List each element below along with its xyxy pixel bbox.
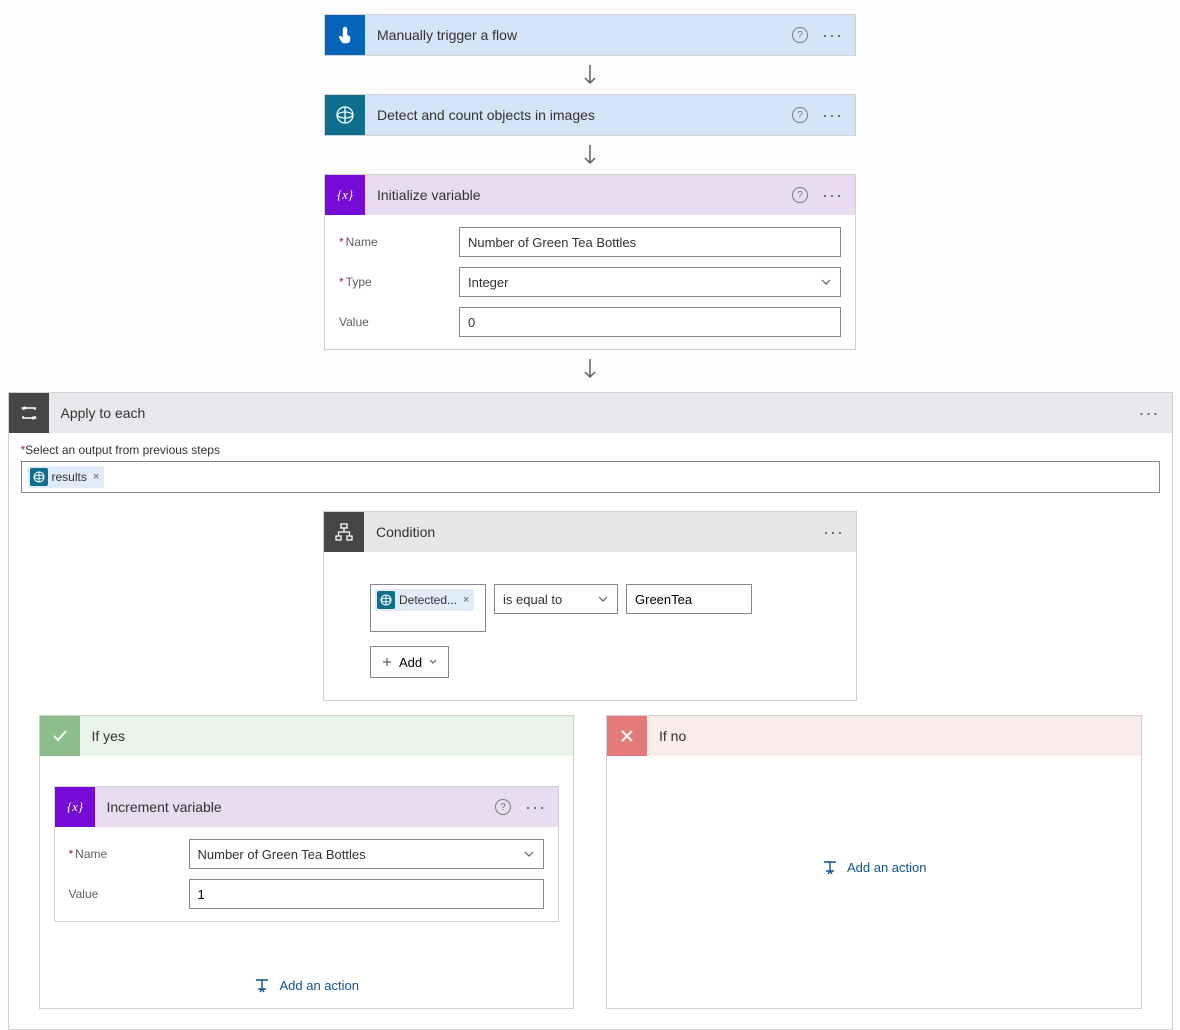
if-no-header[interactable]: If no bbox=[607, 716, 1141, 756]
if-yes-title: If yes bbox=[80, 728, 564, 744]
remove-token-icon[interactable]: × bbox=[93, 471, 99, 483]
if-yes-header[interactable]: If yes bbox=[40, 716, 574, 756]
init-variable-card[interactable]: {x} Initialize variable ? ··· Name Type … bbox=[324, 174, 856, 350]
condition-body: Detected... × is equal to bbox=[324, 552, 856, 700]
more-icon[interactable]: ··· bbox=[822, 186, 843, 204]
plus-icon bbox=[381, 656, 393, 668]
condition-left-input[interactable]: Detected... × bbox=[370, 584, 486, 632]
name-label: Name bbox=[69, 847, 189, 861]
ai-action-header[interactable]: Detect and count objects in images ? ··· bbox=[325, 95, 855, 135]
init-variable-title: Initialize variable bbox=[365, 187, 792, 203]
add-action-button[interactable]: Add an action bbox=[253, 976, 359, 994]
apply-to-each-body: *Select an output from previous steps re… bbox=[9, 433, 1172, 1029]
if-no-title: If no bbox=[647, 728, 1131, 744]
if-no-body: Add an action bbox=[607, 756, 1141, 890]
output-token-input[interactable]: results × bbox=[21, 461, 1160, 493]
help-icon[interactable]: ? bbox=[495, 799, 511, 815]
detected-token[interactable]: Detected... × bbox=[375, 589, 474, 611]
condition-title: Condition bbox=[364, 524, 823, 540]
ai-builder-icon bbox=[30, 468, 48, 486]
results-token[interactable]: results × bbox=[28, 466, 105, 488]
trigger-card[interactable]: Manually trigger a flow ? ··· bbox=[324, 14, 856, 56]
value-input[interactable] bbox=[189, 879, 545, 909]
more-icon[interactable]: ··· bbox=[1139, 404, 1160, 422]
add-action-icon bbox=[821, 858, 839, 876]
if-yes-body: {x} Increment variable ? ··· bbox=[40, 756, 574, 1008]
name-label: Name bbox=[339, 235, 459, 249]
chevron-down-icon bbox=[428, 657, 438, 667]
init-variable-body: Name Type Integer Value bbox=[325, 215, 855, 349]
condition-card[interactable]: Condition ··· Detected... bbox=[323, 511, 857, 701]
flow-designer: Manually trigger a flow ? ··· Detect and… bbox=[0, 0, 1180, 388]
ai-action-card[interactable]: Detect and count objects in images ? ··· bbox=[324, 94, 856, 136]
trigger-title: Manually trigger a flow bbox=[365, 27, 792, 43]
if-no-branch: If no Add an action bbox=[606, 715, 1142, 1009]
name-input[interactable] bbox=[459, 227, 841, 257]
loop-icon bbox=[9, 393, 49, 433]
help-icon[interactable]: ? bbox=[792, 27, 808, 43]
chevron-down-icon bbox=[597, 593, 609, 605]
more-icon[interactable]: ··· bbox=[823, 523, 844, 541]
output-label: *Select an output from previous steps bbox=[21, 443, 1160, 457]
condition-header[interactable]: Condition ··· bbox=[324, 512, 856, 552]
add-action-icon bbox=[253, 976, 271, 994]
ai-action-title: Detect and count objects in images bbox=[365, 107, 792, 123]
type-select[interactable]: Integer bbox=[459, 267, 841, 297]
more-icon[interactable]: ··· bbox=[822, 26, 843, 44]
ai-builder-icon bbox=[325, 95, 365, 135]
arrow-icon bbox=[578, 142, 602, 168]
help-icon[interactable]: ? bbox=[792, 107, 808, 123]
increment-variable-body: Name Number of Green Tea Bottles bbox=[55, 827, 559, 921]
ai-builder-icon bbox=[377, 591, 395, 609]
variable-icon: {x} bbox=[325, 175, 365, 215]
more-icon[interactable]: ··· bbox=[525, 798, 546, 816]
condition-icon bbox=[324, 512, 364, 552]
help-icon[interactable]: ? bbox=[792, 187, 808, 203]
svg-text:{x}: {x} bbox=[66, 799, 83, 814]
arrow-icon bbox=[578, 356, 602, 382]
value-label: Value bbox=[69, 887, 189, 901]
variable-icon: {x} bbox=[55, 787, 95, 827]
cross-icon bbox=[607, 716, 647, 756]
more-icon[interactable]: ··· bbox=[822, 106, 843, 124]
condition-operator-select[interactable]: is equal to bbox=[494, 584, 618, 614]
svg-text:{x}: {x} bbox=[337, 187, 354, 202]
type-label: Type bbox=[339, 275, 459, 289]
chevron-down-icon bbox=[523, 848, 535, 860]
apply-to-each-title: Apply to each bbox=[49, 405, 1139, 421]
condition-branches: If yes {x} Increment variable bbox=[21, 715, 1160, 1015]
condition-right-input[interactable] bbox=[626, 584, 752, 614]
arrow-icon bbox=[578, 62, 602, 88]
manual-trigger-icon bbox=[325, 15, 365, 55]
value-label: Value bbox=[339, 315, 459, 329]
remove-token-icon[interactable]: × bbox=[463, 594, 469, 606]
value-input[interactable] bbox=[459, 307, 841, 337]
if-yes-branch: If yes {x} Increment variable bbox=[39, 715, 575, 1009]
checkmark-icon bbox=[40, 716, 80, 756]
increment-variable-title: Increment variable bbox=[95, 799, 496, 815]
increment-variable-card[interactable]: {x} Increment variable ? ··· bbox=[54, 786, 560, 922]
apply-to-each-card[interactable]: Apply to each ··· *Select an output from… bbox=[8, 392, 1173, 1030]
add-condition-button[interactable]: Add bbox=[370, 646, 449, 678]
chevron-down-icon bbox=[820, 276, 832, 288]
increment-variable-header[interactable]: {x} Increment variable ? ··· bbox=[55, 787, 559, 827]
trigger-header[interactable]: Manually trigger a flow ? ··· bbox=[325, 15, 855, 55]
add-action-button[interactable]: Add an action bbox=[821, 858, 927, 876]
apply-to-each-header[interactable]: Apply to each ··· bbox=[9, 393, 1172, 433]
init-variable-header[interactable]: {x} Initialize variable ? ··· bbox=[325, 175, 855, 215]
name-select[interactable]: Number of Green Tea Bottles bbox=[189, 839, 545, 869]
